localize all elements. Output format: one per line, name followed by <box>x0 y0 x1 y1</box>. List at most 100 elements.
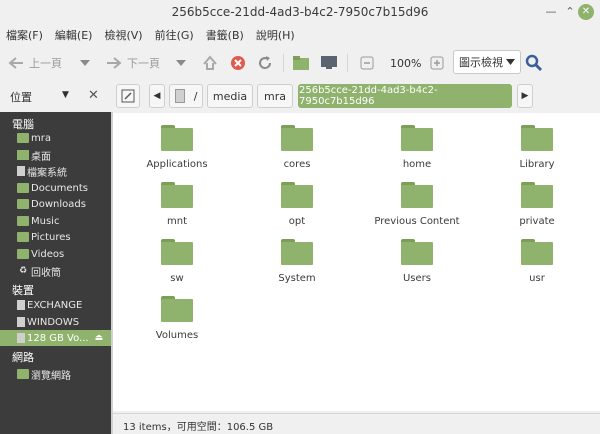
computer-button[interactable] <box>320 52 338 74</box>
file-item[interactable]: Library <box>482 125 592 170</box>
zoom-in-icon <box>430 56 444 70</box>
crumb-root[interactable]: / <box>169 84 203 108</box>
file-name: opt <box>288 216 306 227</box>
file-item[interactable]: Applications <box>122 125 232 170</box>
downloads-folder-icon <box>17 199 29 209</box>
search-button[interactable] <box>525 52 543 74</box>
file-item[interactable]: mnt <box>122 182 232 227</box>
folder-icon <box>281 239 313 265</box>
reload-button[interactable] <box>257 52 273 74</box>
forward-history-dropdown[interactable] <box>176 52 186 74</box>
close-pane-icon[interactable]: ✕ <box>88 88 99 103</box>
file-name: cores <box>283 159 311 170</box>
home-button[interactable] <box>292 52 310 74</box>
sidebar-item-filesystem[interactable]: 檔案系統 <box>0 163 111 179</box>
zoom-out-button[interactable] <box>360 52 374 74</box>
file-item[interactable]: sw <box>122 239 232 284</box>
sidebar-item-desktop[interactable]: 桌面 <box>0 147 111 163</box>
dropdown-arrow-icon <box>176 60 186 66</box>
forward-button[interactable]: 下一頁 <box>106 52 160 74</box>
toolbar-separator <box>283 54 284 72</box>
sidebar-item-mra[interactable]: mra <box>0 130 111 146</box>
sidebar-item-browse-network[interactable]: 瀏覽網路 <box>0 366 111 382</box>
file-item[interactable]: home <box>362 125 472 170</box>
sidebar-item-label: EXCHANGE <box>27 299 83 311</box>
file-item[interactable]: Previous Content <box>362 182 472 227</box>
chevron-down-icon <box>506 58 515 65</box>
drive-icon <box>17 317 25 327</box>
zoom-in-button[interactable] <box>430 52 444 74</box>
menu-file[interactable]: 檔案(F) <box>0 24 49 45</box>
sidebar-item-pictures[interactable]: Pictures <box>0 229 111 245</box>
crumb-scroll-left-button[interactable]: ◀ <box>149 84 165 108</box>
sidebar-item-label: Videos <box>31 248 65 260</box>
sidebar-item-label: 瀏覽網路 <box>31 370 71 382</box>
menu-bar: 檔案(F) 編輯(E) 檢視(V) 前往(G) 書籤(B) 說明(H) <box>0 24 600 45</box>
sidebar-item-label: 回收筒 <box>31 267 61 279</box>
minimize-icon[interactable]: — <box>543 4 559 20</box>
file-item[interactable]: System <box>242 239 352 284</box>
sidebar-item-videos[interactable]: Videos <box>0 246 111 262</box>
menu-go[interactable]: 前往(G) <box>149 24 200 45</box>
up-button[interactable] <box>202 52 218 74</box>
eject-icon[interactable]: ⏏ <box>95 333 104 343</box>
edit-icon <box>121 89 135 103</box>
drive-icon <box>174 89 185 103</box>
file-item[interactable]: opt <box>242 182 352 227</box>
crumb-media[interactable]: media <box>207 84 253 108</box>
folder-icon <box>401 125 433 151</box>
sidebar-item-downloads[interactable]: Downloads <box>0 196 111 212</box>
folder-icon <box>161 182 193 208</box>
search-icon <box>525 54 543 72</box>
file-name: sw <box>170 273 184 284</box>
sidebar-item-documents[interactable]: Documents <box>0 180 111 196</box>
zoom-out-icon <box>360 56 374 70</box>
sidebar-item-music[interactable]: Music <box>0 213 111 229</box>
crumb-mra[interactable]: mra <box>257 84 293 108</box>
file-item[interactable]: Volumes <box>122 296 232 341</box>
back-label: 上一頁 <box>29 57 62 70</box>
file-item[interactable]: usr <box>482 239 592 284</box>
folder-icon <box>401 239 433 265</box>
location-bar: ◀ / media mra 256b5cce-21dd-4ad3-b4c2-79… <box>111 80 600 112</box>
sidebar-item-exchange[interactable]: EXCHANGE <box>0 297 111 313</box>
crumb-label: mra <box>264 89 286 103</box>
menu-help[interactable]: 說明(H) <box>250 24 301 45</box>
crumb-current[interactable]: 256b5cce-21dd-4ad3-b4c2-7950c7b15d96 <box>298 84 512 108</box>
back-button[interactable]: 上一頁 <box>8 52 62 74</box>
menu-view[interactable]: 檢視(V) <box>98 24 148 45</box>
close-window-icon[interactable]: ✕ <box>578 4 594 20</box>
toggle-location-entry-button[interactable] <box>116 84 140 108</box>
side-pane-title[interactable]: 位置 <box>10 89 32 105</box>
file-view: Applications cores home Library mnt opt … <box>113 113 600 411</box>
file-item[interactable]: Users <box>362 239 472 284</box>
filesystem-icon <box>17 166 25 176</box>
zoom-level[interactable]: 100% <box>390 52 421 74</box>
crumb-label: media <box>212 89 248 103</box>
folder-icon <box>161 239 193 265</box>
status-text: 13 items，可用空間：106.5 GB <box>123 422 274 433</box>
file-name: Volumes <box>155 330 199 341</box>
reload-icon <box>259 56 272 70</box>
sidebar-item-trash[interactable]: ♻ 回收筒 <box>0 263 111 279</box>
menu-bookmarks[interactable]: 書籤(B) <box>200 24 250 45</box>
menu-edit[interactable]: 編輯(E) <box>49 24 99 45</box>
zoom-level-label: 100% <box>390 56 422 70</box>
file-item[interactable]: private <box>482 182 592 227</box>
file-item[interactable]: cores <box>242 125 352 170</box>
sidebar-item-label: Downloads <box>31 198 86 210</box>
stop-button[interactable] <box>230 52 246 74</box>
side-pane-dropdown-icon[interactable]: ▼ <box>62 90 69 100</box>
maximize-icon[interactable]: ⌃ <box>562 4 578 20</box>
desktop-icon <box>17 150 29 160</box>
sidebar-item-windows[interactable]: WINDOWS <box>0 314 111 330</box>
view-mode-select[interactable]: 圖示檢視 <box>453 50 521 74</box>
sidebar-item-128gb-volume[interactable]: 128 GB Vo... ⏏ <box>0 330 111 346</box>
folder-icon <box>161 296 193 322</box>
monitor-icon <box>321 56 337 69</box>
trash-icon: ♻ <box>18 266 28 276</box>
folder-icon <box>401 182 433 208</box>
drive-icon <box>17 333 25 343</box>
crumb-scroll-right-button[interactable]: ▶ <box>517 84 533 108</box>
back-history-dropdown[interactable] <box>80 52 90 74</box>
